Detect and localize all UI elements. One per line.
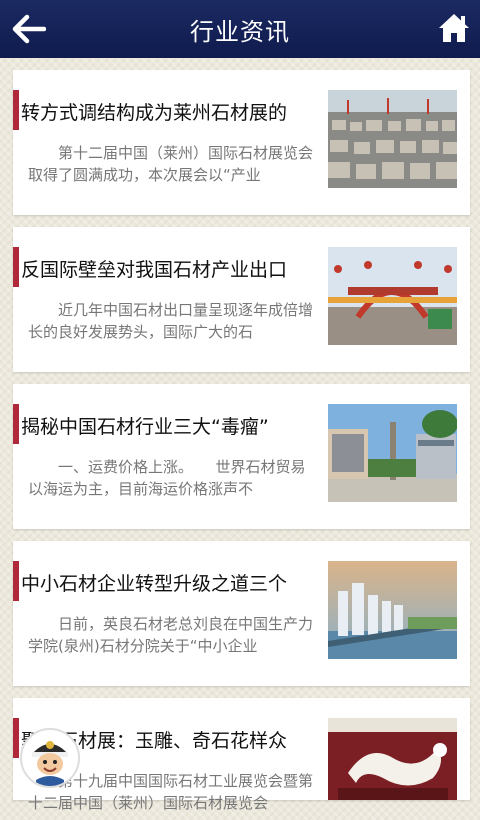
accent-bar: [13, 404, 19, 444]
plaza-building-image: [328, 404, 457, 502]
news-title: 中小石材企业转型升级之道三个: [21, 573, 288, 595]
news-summary: 一、运费价格上涨。 世界石材贸易以海运为主，目前海运价格涨声不: [28, 458, 306, 498]
news-summary: 近几年中国石材出口量呈现逐年成倍增长的良好发展势头，国际广大的石: [28, 301, 314, 341]
news-title: 揭秘中国石材行业三大“毒瘤”: [21, 416, 269, 438]
home-icon[interactable]: [438, 12, 470, 44]
news-card[interactable]: 聚焦石材展：玉雕、奇石花样众 第十九届中国国际石材工业展览会暨第十二届中国（莱州…: [13, 698, 470, 812]
stone-yard-image: [328, 90, 457, 188]
news-summary: 第十二届中国（莱州）国际石材展览会取得了圆满成功，本次展会以“产业: [28, 144, 314, 184]
accent-bar: [13, 561, 19, 601]
jade-dragon-carving-image: [328, 718, 457, 800]
news-card[interactable]: 反国际壁垒对我国石材产业出口 近几年中国石材出口量呈现逐年成倍增长的良好发展势头…: [13, 227, 470, 372]
news-card[interactable]: 转方式调结构成为莱州石材展的 第十二届中国（莱州）国际石材展览会取得了圆满成功，…: [13, 70, 470, 215]
back-arrow-icon[interactable]: [12, 14, 47, 44]
news-summary: 日前，英良石材老总刘良在中国生产力学院(泉州)石材分院关于“中小企业: [28, 615, 314, 655]
news-title: 反国际壁垒对我国石材产业出口: [21, 259, 288, 281]
sailor-mascot-icon[interactable]: [20, 728, 80, 788]
accent-bar: [13, 718, 19, 758]
accent-bar: [13, 247, 19, 287]
accent-bar: [13, 90, 19, 130]
top-bar: 行业资讯: [0, 0, 480, 58]
city-skyline-image: [328, 561, 457, 659]
news-card[interactable]: 揭秘中国石材行业三大“毒瘤” 一、运费价格上涨。 世界石材贸易以海运为主，目前海…: [13, 384, 470, 529]
news-card[interactable]: 中小石材企业转型升级之道三个 日前，英良石材老总刘良在中国生产力学院(泉州)石材…: [13, 541, 470, 686]
page-title: 行业资讯: [190, 17, 290, 46]
news-title: 转方式调结构成为莱州石材展的: [21, 102, 288, 124]
stone-expo-gate-image: [328, 247, 457, 345]
